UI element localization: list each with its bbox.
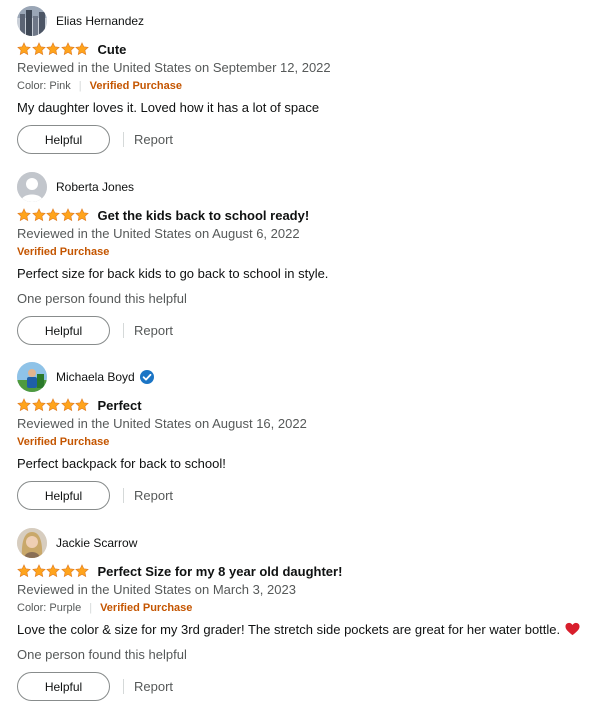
- review-date: Reviewed in the United States on August …: [17, 226, 300, 241]
- star-icon: [31, 564, 46, 578]
- star-icon: [17, 564, 31, 578]
- avatar: [17, 362, 47, 392]
- star-rating[interactable]: [17, 208, 90, 222]
- action-divider: [123, 132, 124, 147]
- star-icon: [17, 42, 31, 56]
- review-body: My daughter loves it. Loved how it has a…: [17, 100, 320, 115]
- review-body: Perfect backpack for back to school!: [17, 456, 226, 471]
- review-date: Reviewed in the United States on Septemb…: [17, 60, 331, 75]
- reviewer-profile[interactable]: Roberta Jones: [17, 172, 607, 202]
- action-divider: [123, 488, 124, 503]
- review-body-text: Love the color & size for my 3rd grader!…: [17, 622, 561, 637]
- review-body: Perfect size for back kids to go back to…: [17, 266, 329, 281]
- avatar: [17, 172, 47, 202]
- star-icon: [75, 398, 89, 412]
- star-icon: [75, 208, 89, 222]
- report-link[interactable]: Report: [134, 323, 173, 338]
- reviewer-name: Elias Hernandez: [56, 14, 145, 28]
- verified-purchase-badge: Verified Purchase: [17, 436, 110, 448]
- star-icon: [17, 208, 31, 222]
- helpful-button[interactable]: Helpful: [17, 481, 110, 510]
- meta-divider: |: [78, 80, 82, 92]
- report-link[interactable]: Report: [134, 488, 173, 503]
- red-heart-icon: [565, 622, 580, 636]
- star-icon: [46, 398, 60, 412]
- product-variant-link[interactable]: Color: Purple: [17, 599, 81, 617]
- review-title[interactable]: Cute: [98, 42, 127, 57]
- reviewer-name: Michaela Boyd: [56, 370, 135, 384]
- star-icon: [75, 42, 89, 56]
- review: Elias Hernandez Cute Reviewed in the Uni…: [17, 6, 607, 154]
- star-icon: [60, 42, 75, 56]
- review-date: Reviewed in the United States on March 3…: [17, 582, 296, 597]
- star-rating[interactable]: [17, 42, 90, 56]
- reviewer-name: Roberta Jones: [56, 180, 135, 194]
- helpful-count: One person found this helpful: [17, 647, 187, 662]
- report-link[interactable]: Report: [134, 132, 173, 147]
- star-icon: [60, 208, 75, 222]
- review: Jackie Scarrow Perfect Size for my 8 yea…: [17, 528, 607, 701]
- star-icon: [60, 564, 75, 578]
- review-body: Love the color & size for my 3rd grader!…: [17, 620, 607, 640]
- meta-divider: |: [89, 602, 93, 614]
- star-rating[interactable]: [17, 398, 90, 412]
- star-icon: [75, 564, 89, 578]
- product-variant-link[interactable]: Color: Pink: [17, 77, 71, 95]
- action-divider: [123, 323, 124, 338]
- avatar: [17, 528, 47, 558]
- review: Roberta Jones Get the kids back to schoo…: [17, 172, 607, 345]
- helpful-button[interactable]: Helpful: [17, 672, 110, 701]
- reviewer-profile[interactable]: Elias Hernandez: [17, 6, 607, 36]
- helpful-count: One person found this helpful: [17, 291, 187, 306]
- star-icon: [31, 398, 46, 412]
- helpful-button[interactable]: Helpful: [17, 125, 110, 154]
- star-rating[interactable]: [17, 564, 90, 578]
- verified-purchase-badge: Verified Purchase: [100, 602, 193, 614]
- report-link[interactable]: Report: [134, 679, 173, 694]
- avatar: [17, 6, 47, 36]
- action-divider: [123, 679, 124, 694]
- review-date: Reviewed in the United States on August …: [17, 416, 307, 431]
- review-title[interactable]: Perfect Size for my 8 year old daughter!: [98, 564, 343, 579]
- star-icon: [46, 42, 60, 56]
- star-icon: [31, 208, 46, 222]
- review: Michaela Boyd Perfect Reviewed in the Un…: [17, 362, 607, 510]
- star-icon: [31, 42, 46, 56]
- star-icon: [46, 564, 60, 578]
- reviewer-profile[interactable]: Michaela Boyd: [17, 362, 607, 392]
- helpful-button[interactable]: Helpful: [17, 316, 110, 345]
- star-icon: [17, 398, 31, 412]
- review-title[interactable]: Perfect: [98, 398, 142, 413]
- verified-purchase-badge: Verified Purchase: [17, 246, 110, 258]
- star-icon: [60, 398, 75, 412]
- reviewer-profile[interactable]: Jackie Scarrow: [17, 528, 607, 558]
- review-title[interactable]: Get the kids back to school ready!: [98, 208, 310, 223]
- star-icon: [46, 208, 60, 222]
- verified-reviewer-icon: [139, 370, 154, 384]
- reviewer-name: Jackie Scarrow: [56, 536, 138, 550]
- verified-purchase-badge: Verified Purchase: [89, 80, 182, 92]
